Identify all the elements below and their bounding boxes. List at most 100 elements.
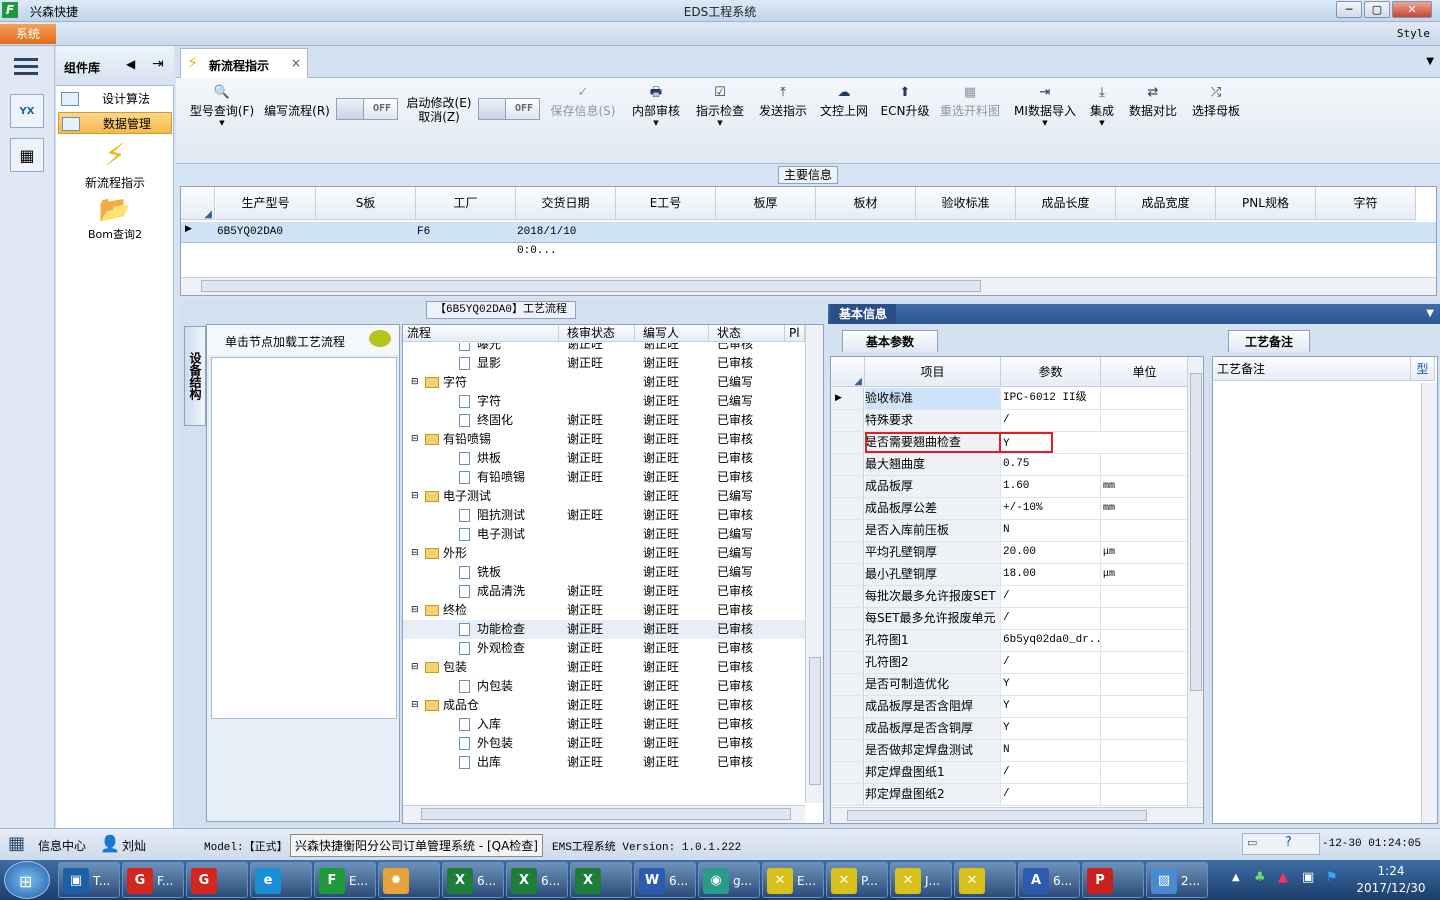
param-row[interactable]: 邦定焊盘图纸1/ [831,762,1189,784]
tree-node[interactable]: 铣板 谢正旺 已编写 [403,563,803,582]
col-header-acceptance[interactable]: 验收标准 [916,187,1016,220]
horizontal-scrollbar[interactable] [181,277,1436,295]
reselect-cutting-chart-button[interactable]: ▦ 重选开料图 [938,84,1002,128]
tray-expand-icon[interactable]: ▲ [1232,872,1240,883]
param-row[interactable]: 成品板厚 1.60 mm [831,476,1189,498]
collapse-left-icon[interactable]: ◀ [126,57,135,71]
taskbar-item[interactable]: ◉ g... [698,862,760,898]
tree-node[interactable]: ⊟ 终检 谢正旺 谢正旺 已审核 [403,601,803,620]
pin-icon[interactable]: ⇥ [152,56,164,72]
row-header[interactable] [831,586,864,607]
row-header[interactable] [831,740,864,761]
scroll-thumb[interactable] [201,280,981,292]
tab-device-structure[interactable]: 设备结构 [184,326,206,426]
notes-vertical-scrollbar[interactable] [1421,383,1437,823]
param-value[interactable]: Y [1001,696,1101,717]
col-header-length[interactable]: 成品长度 [1016,187,1116,220]
tray-app-icon[interactable]: ♣ [1254,870,1266,885]
doc-control-online-button[interactable]: ☁ 文控上网 [818,84,870,128]
param-row[interactable]: 成品板厚是否含阻焊 Y [831,696,1189,718]
tree-horizontal-scrollbar[interactable] [403,805,805,823]
tree-node[interactable]: ⊟ 有铅喷锡 谢正旺 谢正旺 已审核 [403,430,803,449]
tree-node[interactable]: 入库 谢正旺 谢正旺 已审核 [403,715,803,734]
tray-controls[interactable]: ▭ ? [1242,833,1320,855]
start-button[interactable]: ⊞ [4,861,50,899]
taskbar-item[interactable]: X 6... [506,862,568,898]
tab-close-icon[interactable]: × [291,56,301,70]
tree-node[interactable]: ⊟ 外形 谢正旺 已编写 [403,544,803,563]
param-value[interactable]: 1.60 [1001,476,1101,497]
collapse-node-icon[interactable]: ⊟ [411,373,419,392]
param-value[interactable]: 0.75 [1001,454,1101,475]
taskbar-item[interactable]: W 6... [634,862,696,898]
param-row[interactable]: 每SET最多允许报废单元 / [831,608,1189,630]
taskbar-item[interactable]: X 6... [442,862,504,898]
info-center-label[interactable]: 信息中心 [38,837,86,854]
col-header-chars[interactable]: 字符 [1316,187,1416,220]
row-header[interactable] [831,432,864,453]
tree-node[interactable]: 出库 谢正旺 谢正旺 已审核 [403,753,803,772]
close-button[interactable]: ✕ [1392,1,1432,18]
write-process-toggle[interactable]: OFF [336,98,398,120]
param-row[interactable]: 是否需要翘曲检查 Y [831,432,1189,454]
integrate-button[interactable]: ⤓ 集成 ▼ [1088,84,1116,128]
param-row[interactable]: 孔符图2/ [831,652,1189,674]
internal-review-button[interactable]: 🖶 内部审核 ▼ [630,84,682,128]
new-process-launcher[interactable]: ⚡ 新流程指示 [56,138,174,191]
clock-time[interactable]: 1:24 [1356,864,1426,878]
tree-node[interactable]: 曝光 谢正旺 谢正旺 已审核 [403,343,803,354]
param-value[interactable]: Y [1001,674,1101,695]
tab-list-icon[interactable]: ▼ [1426,56,1434,67]
tree-node[interactable]: ⊟ 字符 谢正旺 已编写 [403,373,803,392]
param-vertical-scrollbar[interactable] [1187,357,1203,807]
param-value[interactable]: / [1001,608,1101,629]
tab-basic-info[interactable]: 基本信息 [830,304,896,324]
param-row[interactable]: 孔符图1 6b5yq02da0_dr... [831,630,1189,652]
param-row[interactable]: 最小孔壁铜厚 18.00 μm [831,564,1189,586]
basic-info-dropdown-icon[interactable]: ▼ [1426,308,1434,319]
taskbar-item[interactable]: ✕ P... [826,862,888,898]
param-value[interactable]: / [1001,586,1101,607]
param-row[interactable]: 最大翘曲度 0.75 [831,454,1189,476]
grid-corner[interactable]: ◢ [181,187,215,220]
taskbar-item[interactable]: A 6... [1018,862,1080,898]
taskbar-item[interactable]: ▨ 2... [1146,862,1208,898]
tree-node[interactable]: 有铅喷锡 谢正旺 谢正旺 已审核 [403,468,803,487]
col-header-e-number[interactable]: E工号 [616,187,716,220]
scroll-thumb[interactable] [847,810,1147,821]
col-header-item[interactable]: 项目 [865,357,1001,387]
row-header[interactable] [831,454,864,475]
taskbar-item[interactable]: e [250,862,312,898]
col-header-notes[interactable]: 工艺备注 [1213,357,1411,381]
clock-date[interactable]: 2017/12/30 [1350,881,1432,895]
bom-query-launcher[interactable]: 📂 Bom查询2 [56,194,174,242]
param-value[interactable]: / [1001,762,1101,783]
col-header-process[interactable]: 流程 [403,325,559,342]
col-header-pl[interactable]: Pl [785,325,805,342]
send-instruction-button[interactable]: ⤒ 发送指示 [756,84,810,128]
scroll-thumb[interactable] [1190,373,1202,691]
taskbar-item[interactable]: ✕ [954,862,1016,898]
col-header-factory[interactable]: 工厂 [416,187,516,220]
system-menu[interactable]: 系统 [0,24,56,44]
row-header[interactable] [831,674,864,695]
col-header-status[interactable]: 状态 [709,325,785,342]
grid-corner[interactable]: ◢ [831,357,865,387]
col-header-review-status[interactable]: 核审状态 [559,325,635,342]
tree-node[interactable]: 字符 谢正旺 已编写 [403,392,803,411]
row-header[interactable] [831,718,864,739]
row-header[interactable] [831,652,864,673]
row-header[interactable] [831,520,864,541]
param-value[interactable]: / [1001,410,1101,431]
minimize-button[interactable]: ─ [1336,1,1362,18]
table-row[interactable]: ▶ [181,222,1436,243]
param-value[interactable]: N [1001,740,1101,761]
tree-node[interactable]: 显影 谢正旺 谢正旺 已审核 [403,354,803,373]
col-header-type[interactable]: 型 [1411,357,1435,381]
ecn-upgrade-button[interactable]: ⬆ ECN升级 [880,84,930,128]
network-icon[interactable]: ▣ [1302,870,1314,885]
scroll-thumb[interactable] [809,657,821,785]
model-query-button[interactable]: 🔍 型号查询(F) ▼ [184,84,260,128]
param-value[interactable]: 20.00 [1001,542,1101,563]
param-horizontal-scrollbar[interactable] [831,807,1203,823]
